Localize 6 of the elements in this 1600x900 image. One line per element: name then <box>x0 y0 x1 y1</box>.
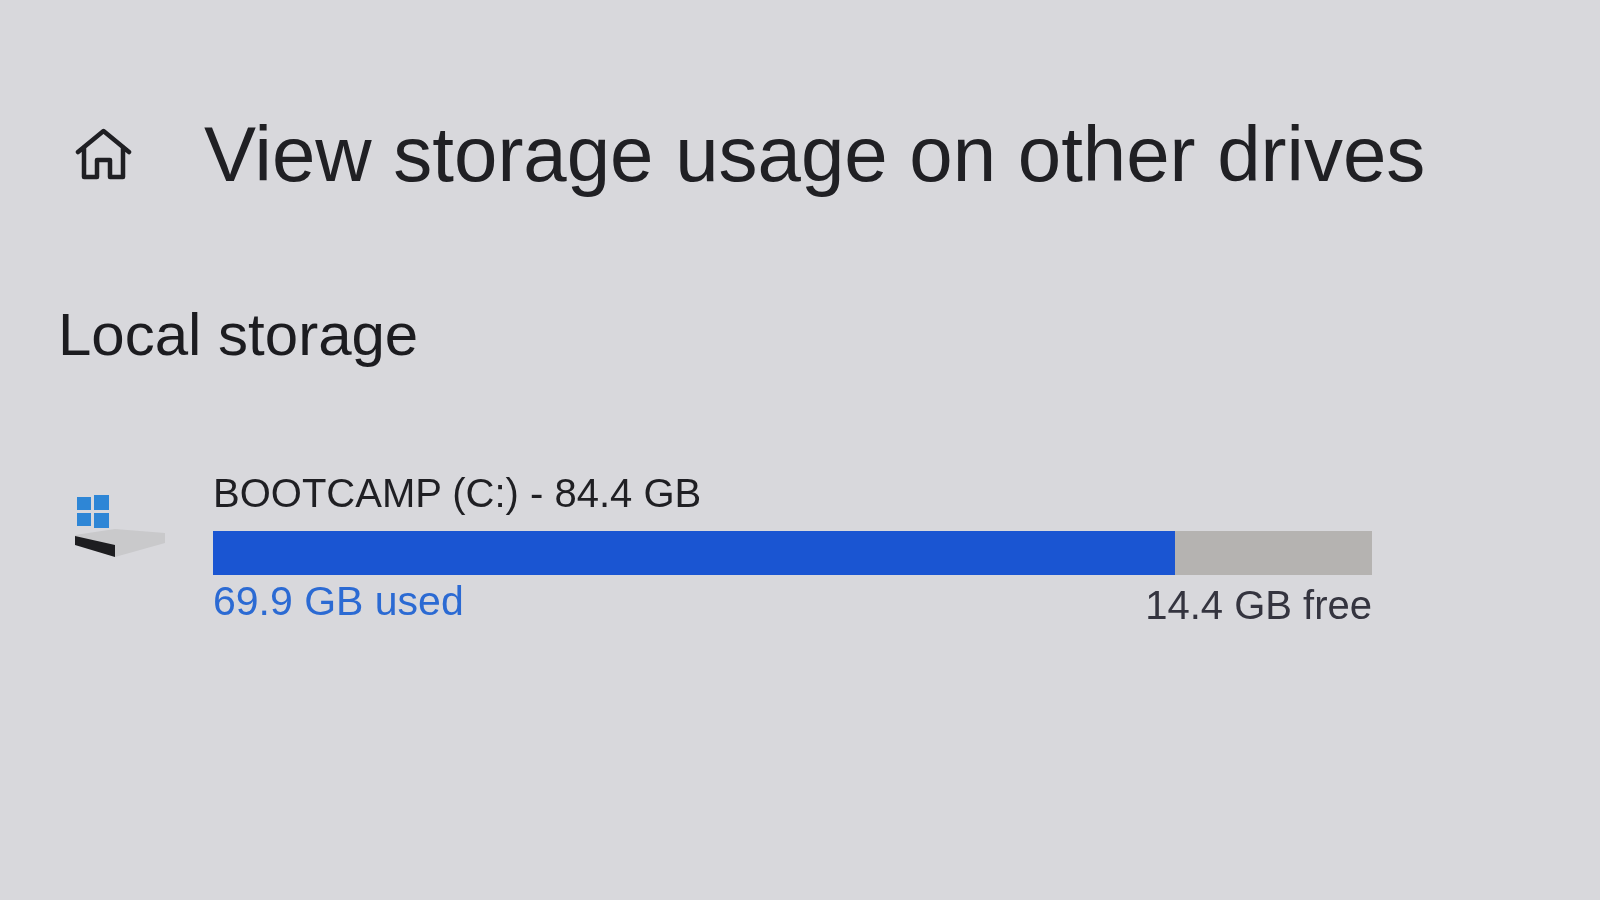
drive-icon <box>75 495 165 558</box>
section-heading: Local storage <box>58 305 419 365</box>
home-icon[interactable] <box>75 128 132 180</box>
free-space-label: 14.4 GB free <box>1145 585 1372 625</box>
drive-name: BOOTCAMP (C:) - 84.4 GB <box>213 473 702 513</box>
used-space-label: 69.9 GB used <box>213 581 464 622</box>
